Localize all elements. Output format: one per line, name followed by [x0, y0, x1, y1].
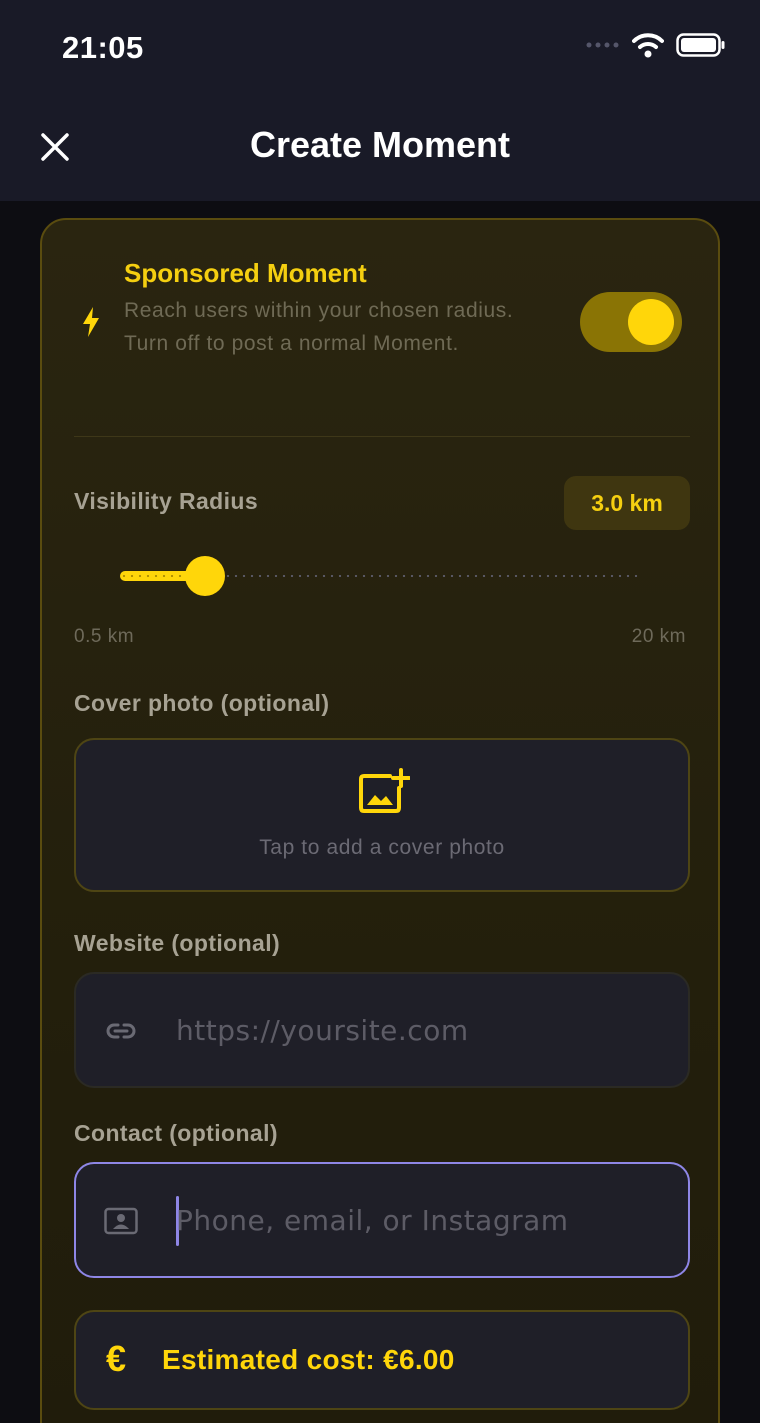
status-icons	[586, 32, 726, 58]
contact-label: Contact (optional)	[74, 1120, 278, 1146]
add-photo-icon	[359, 768, 410, 813]
slider-thumb[interactable]	[185, 556, 225, 596]
battery-icon	[676, 33, 725, 57]
website-field[interactable]	[74, 972, 690, 1088]
status-time: 21:05	[62, 30, 144, 65]
radius-max-label: 20 km	[631, 626, 686, 647]
nav-bar: Create Moment	[0, 96, 760, 201]
estimated-cost-box: € Estimated cost: €6.00	[74, 1310, 690, 1410]
euro-icon: €	[106, 1338, 127, 1379]
estimated-cost-text: Estimated cost: €6.00	[162, 1344, 455, 1375]
wifi-icon	[632, 33, 664, 58]
link-icon	[106, 1023, 136, 1039]
sponsored-title: Sponsored Moment	[124, 258, 367, 288]
website-input[interactable]	[176, 974, 676, 1086]
divider	[74, 436, 690, 437]
website-label: Website (optional)	[74, 930, 281, 956]
contact-field[interactable]	[74, 1162, 690, 1278]
cover-photo-picker[interactable]: Tap to add a cover photo	[74, 738, 690, 892]
cover-photo-label: Cover photo (optional)	[74, 690, 330, 716]
radius-slider[interactable]	[120, 554, 642, 598]
cover-photo-prompt: Tap to add a cover photo	[259, 836, 505, 859]
radius-label: Visibility Radius	[74, 488, 259, 514]
sponsored-row: Sponsored Moment Reach users within your…	[42, 220, 718, 438]
contact-card-icon	[104, 1207, 138, 1235]
radius-value-badge: 3.0 km	[564, 476, 690, 530]
cellular-icon	[586, 42, 619, 48]
toggle-knob	[628, 299, 674, 345]
page-title: Create Moment	[249, 124, 511, 165]
bolt-icon	[83, 307, 99, 337]
contact-input[interactable]	[176, 1164, 676, 1276]
status-bar: 21:05	[0, 0, 760, 96]
sponsored-toggle[interactable]	[580, 292, 682, 352]
sponsored-description: Reach users within your chosen radius. T…	[124, 299, 514, 355]
radius-min-label: 0.5 km	[74, 626, 135, 647]
sponsored-card: Sponsored Moment Reach users within your…	[40, 218, 720, 1423]
